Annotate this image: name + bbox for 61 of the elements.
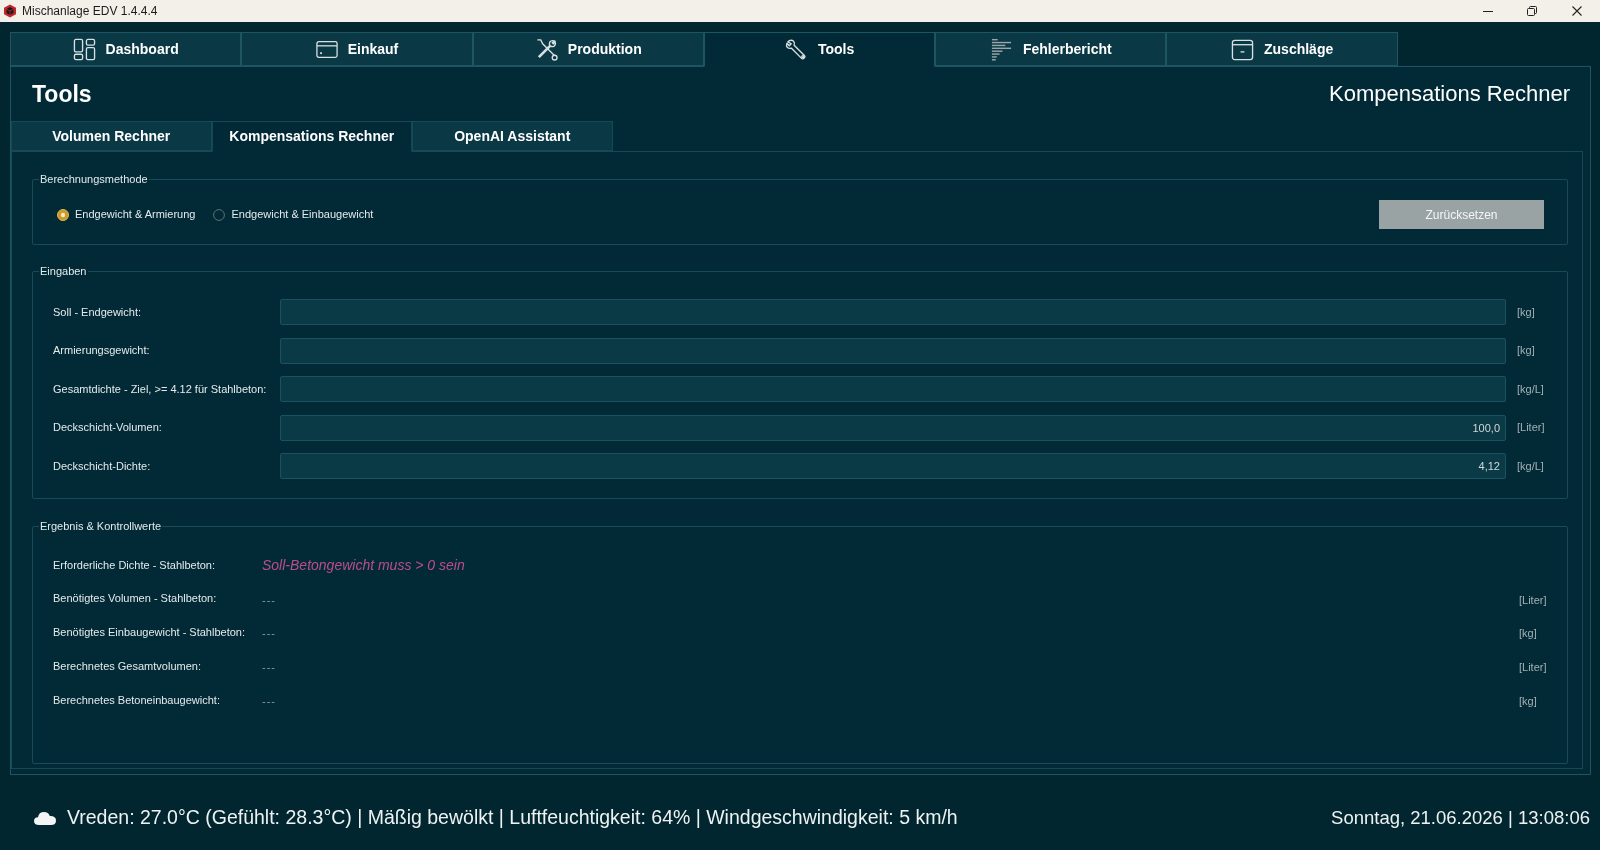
app-logo-icon	[3, 4, 17, 18]
tab[interactable]: Zuschläge	[1166, 32, 1398, 66]
text-lines-icon	[990, 37, 1013, 61]
error-message: Soll-Betongewicht muss > 0 sein	[262, 556, 465, 573]
input-field[interactable]: 100,0	[280, 414, 1506, 441]
subtab[interactable]: OpenAI Assistant	[412, 121, 613, 151]
radio-label: Endgewicht & Einbaugewicht	[231, 207, 374, 223]
result-label: Benötigtes Einbaugewicht - Stahlbeton:	[53, 625, 247, 641]
tab[interactable]: Einkauf	[241, 32, 473, 66]
group-title: Eingaben	[39, 264, 88, 278]
subtab[interactable]: Volumen Rechner	[11, 121, 212, 151]
weather-text: Vreden: 27.0°C (Gefühlt: 28.3°C) | Mäßig bewölkt | Luftfeuchtigkeit: 64% | Windgeschwindigkeit: 5 km/h	[67, 805, 958, 831]
radio-button[interactable]	[57, 208, 69, 221]
page-title: Tools	[32, 82, 92, 106]
field-label: Deckschicht-Volumen:	[53, 420, 163, 436]
radio-label: Endgewicht & Armierung	[75, 207, 196, 223]
unit-label: [Liter]	[1519, 593, 1547, 606]
page-subtitle: Kompensations Rechner	[1329, 83, 1570, 105]
unit-label: [Liter]	[1517, 420, 1546, 436]
minimize-icon	[1483, 10, 1493, 12]
result-label: Berechnetes Gesamtvolumen:	[53, 659, 202, 675]
result-value: ---	[262, 661, 276, 674]
card-icon	[315, 39, 338, 59]
input-field[interactable]	[280, 337, 1506, 364]
group-title: Berechnungsmethode	[39, 172, 149, 186]
result-label: Erforderliche Dichte - Stahlbeton:	[53, 557, 217, 573]
calendar-icon	[1231, 37, 1254, 61]
tab[interactable]: Produktion	[472, 32, 704, 66]
datetime-text: Sonntag, 21.06.2026 | 13:08:06	[1331, 806, 1590, 831]
result-value: ---	[262, 593, 276, 606]
field-label: Deckschicht-Dichte:	[53, 458, 152, 474]
unit-label: [Liter]	[1519, 661, 1547, 674]
field-label: Armierungsgewicht:	[53, 343, 151, 359]
unit-label: [kg/L]	[1517, 458, 1545, 474]
unit-label: [kg]	[1519, 695, 1537, 708]
tab[interactable]: Tools	[703, 32, 936, 67]
window-title: Mischanlage EDV 1.4.4.4	[22, 5, 158, 17]
radio-button[interactable]	[213, 208, 226, 221]
result-label: Benötigtes Volumen - Stahlbeton:	[53, 591, 218, 607]
close-icon	[1572, 6, 1582, 16]
field-label: Gesamtdichte - Ziel, >= 4.12 für Stahlbeton:	[53, 381, 268, 397]
unit-label: [kg]	[1517, 304, 1536, 320]
wrench-icon	[784, 38, 808, 61]
result-label: Berechnetes Betoneinbaugewicht:	[53, 692, 221, 708]
input-field[interactable]	[280, 376, 1506, 402]
field-label: Soll - Endgewicht:	[53, 304, 143, 320]
tab[interactable]: Dashboard	[10, 32, 242, 66]
input-field[interactable]: 4,12	[280, 453, 1506, 479]
grid-icon	[72, 37, 96, 61]
restore-icon	[1527, 6, 1537, 16]
tab[interactable]: Fehlerbericht	[935, 32, 1167, 66]
cloud-icon	[34, 811, 56, 825]
unit-label: [kg]	[1519, 627, 1537, 640]
unit-label: [kg]	[1517, 343, 1536, 359]
group-title: Ergebnis & Kontrollwerte	[39, 519, 163, 533]
result-value: ---	[262, 695, 276, 708]
subtab[interactable]: Kompensations Rechner	[211, 121, 412, 152]
crossed-tools-icon	[534, 37, 558, 61]
result-value: ---	[262, 627, 276, 640]
unit-label: [kg/L]	[1517, 381, 1545, 397]
input-field[interactable]	[280, 299, 1506, 325]
